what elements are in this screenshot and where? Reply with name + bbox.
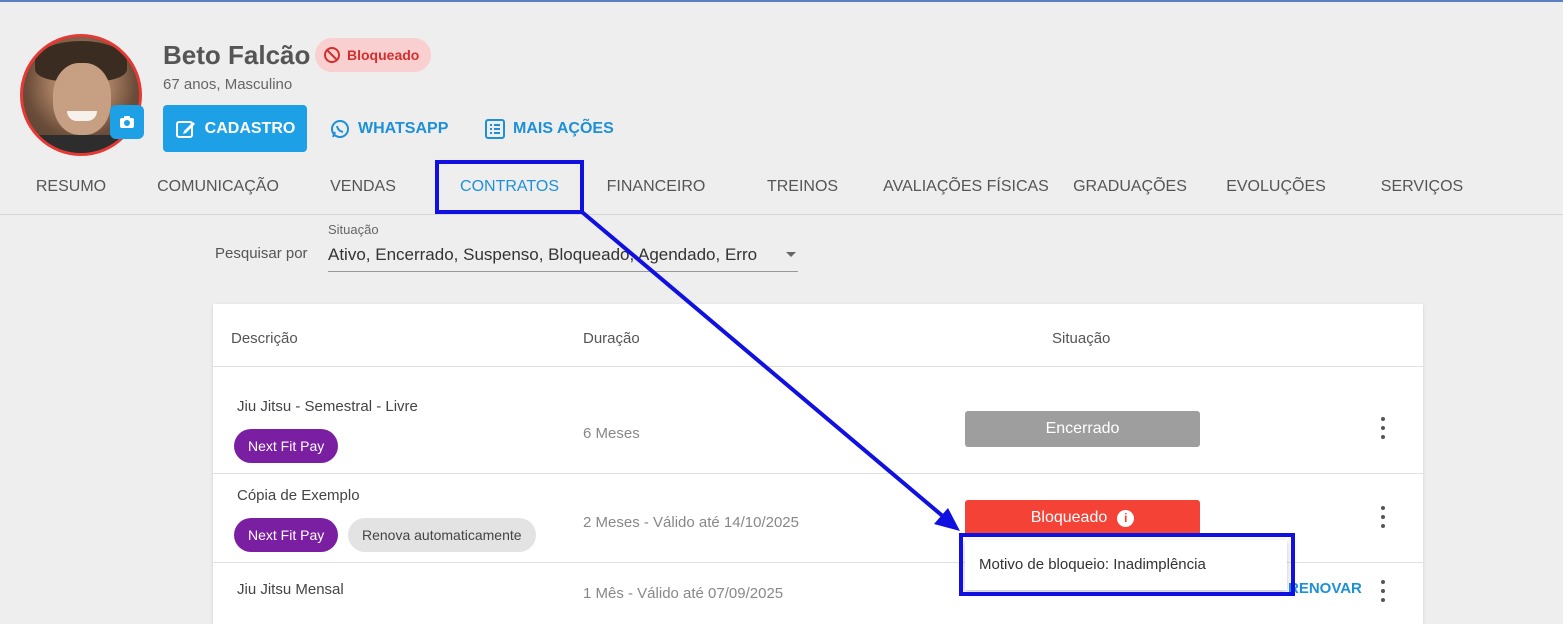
annotation-arrow <box>580 210 960 531</box>
